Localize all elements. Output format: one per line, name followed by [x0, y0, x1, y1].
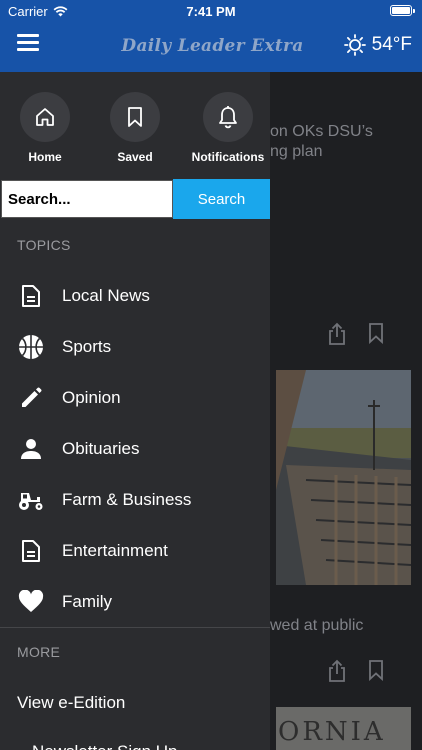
home-button[interactable]: Home — [0, 92, 90, 164]
quick-actions: Home Saved Notifications — [0, 92, 270, 164]
section-divider — [0, 627, 270, 628]
newsletter-signup-link[interactable]: Newsletter Sign Up — [32, 742, 178, 750]
document-icon — [22, 539, 40, 562]
topic-opinion[interactable]: Opinion — [0, 372, 270, 423]
app-header: Carrier 7:41 PM Daily Leader Extra 54°F — [0, 0, 422, 72]
bell-icon — [219, 106, 237, 129]
home-icon — [36, 108, 54, 126]
bookmark-icon — [128, 107, 142, 127]
topics-section-title: TOPICS — [17, 237, 71, 253]
battery-icon — [390, 5, 415, 16]
share-icon[interactable] — [328, 659, 346, 683]
view-e-edition-link[interactable]: View e-Edition — [17, 693, 125, 713]
topic-label: Opinion — [62, 387, 121, 407]
topic-label: Local News — [62, 285, 150, 305]
bookmark-icon[interactable] — [368, 322, 384, 344]
heart-icon — [18, 589, 44, 612]
topic-label: Sports — [62, 336, 112, 356]
search-bar: Search — [0, 179, 270, 219]
article-actions-2 — [328, 659, 384, 683]
article-actions-1 — [328, 322, 384, 346]
topic-local-news[interactable]: Local News — [0, 270, 270, 321]
photo-2-caption: ORNIA — [278, 717, 386, 747]
topic-label: Family — [62, 591, 113, 611]
document-icon — [22, 284, 40, 307]
weather-widget[interactable]: 54°F — [343, 34, 412, 56]
notifications-button[interactable]: Notifications — [183, 92, 273, 164]
sun-icon — [343, 34, 366, 56]
status-bar: Carrier 7:41 PM — [0, 0, 422, 22]
topic-label: Obituaries — [62, 438, 140, 458]
topic-entertainment[interactable]: Entertainment — [0, 525, 270, 576]
article-photo-2[interactable]: ORNIA — [276, 707, 411, 750]
article-photo-1[interactable] — [276, 370, 411, 585]
saved-button[interactable]: Saved — [90, 92, 180, 164]
topic-farm-business[interactable]: Farm & Business — [0, 474, 270, 525]
topic-label: Entertainment — [62, 540, 168, 560]
article-headline-1: on OKs DSU’s ng plan — [270, 123, 373, 160]
tractor-icon — [19, 492, 43, 510]
search-button[interactable]: Search — [173, 179, 270, 219]
more-section-title: MORE — [17, 644, 61, 660]
person-icon — [21, 438, 41, 459]
temperature: 54°F — [371, 34, 412, 55]
status-time: 7:41 PM — [186, 4, 236, 19]
notifications-label: Notifications — [191, 150, 265, 164]
pencil-icon — [22, 387, 42, 407]
topic-family[interactable]: Family — [0, 576, 270, 627]
topic-sports[interactable]: Sports — [0, 321, 270, 372]
topic-label: Farm & Business — [62, 489, 192, 509]
navigation-drawer: Home Saved Notifications Search TOPICS L… — [0, 72, 270, 750]
app-logo: Daily Leader Extra — [121, 36, 304, 56]
article-headline-2: wed at public — [270, 617, 364, 634]
saved-label: Saved — [117, 150, 153, 164]
share-icon[interactable] — [328, 322, 346, 346]
topic-obituaries[interactable]: Obituaries — [0, 423, 270, 474]
bookmark-icon[interactable] — [368, 659, 384, 681]
home-label: Home — [28, 150, 62, 164]
basketball-icon — [19, 334, 43, 359]
search-input[interactable] — [1, 180, 173, 218]
menu-icon[interactable] — [17, 34, 39, 51]
